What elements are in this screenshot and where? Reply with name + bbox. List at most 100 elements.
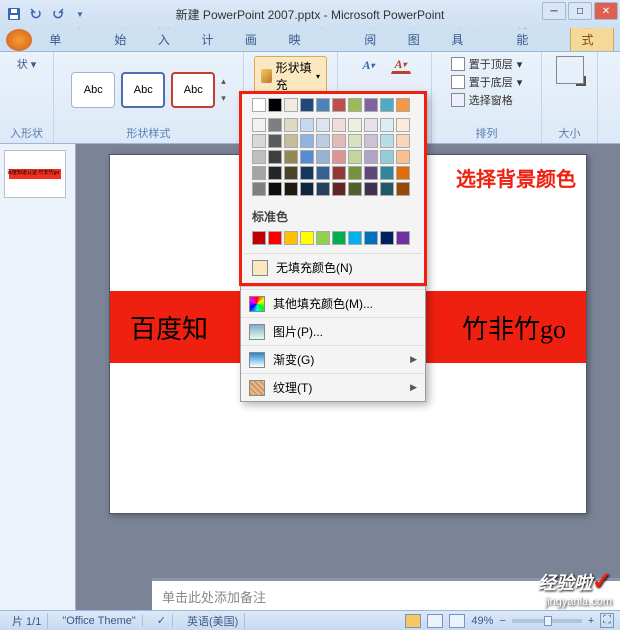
- color-swatch[interactable]: [332, 98, 346, 112]
- texture-fill-item[interactable]: 纹理(T) ▶: [241, 373, 425, 401]
- color-swatch[interactable]: [332, 182, 346, 196]
- color-swatch[interactable]: [284, 182, 298, 196]
- spellcheck-icon[interactable]: ✓: [151, 614, 173, 627]
- picture-fill-item[interactable]: 图片(P)...: [241, 317, 425, 345]
- color-swatch[interactable]: [284, 134, 298, 148]
- color-swatch[interactable]: [348, 118, 362, 132]
- color-swatch[interactable]: [268, 134, 282, 148]
- color-swatch[interactable]: [380, 118, 394, 132]
- redo-icon[interactable]: [48, 4, 68, 24]
- style-gallery-up[interactable]: ▴: [221, 76, 226, 87]
- color-swatch[interactable]: [252, 150, 266, 164]
- color-swatch[interactable]: [300, 98, 314, 112]
- color-swatch[interactable]: [364, 150, 378, 164]
- zoom-level[interactable]: 49%: [471, 615, 493, 627]
- style-gallery-down[interactable]: ▾: [221, 93, 226, 104]
- color-swatch[interactable]: [268, 231, 282, 245]
- color-swatch[interactable]: [396, 134, 410, 148]
- slideshow-view-button[interactable]: [449, 614, 465, 628]
- fit-window-button[interactable]: ⛶: [600, 613, 614, 628]
- color-swatch[interactable]: [268, 118, 282, 132]
- color-swatch[interactable]: [252, 182, 266, 196]
- color-swatch[interactable]: [268, 182, 282, 196]
- language-indicator[interactable]: 英语(美国): [181, 613, 245, 629]
- color-swatch[interactable]: [364, 231, 378, 245]
- color-swatch[interactable]: [364, 134, 378, 148]
- color-swatch[interactable]: [316, 166, 330, 180]
- qat-dropdown-icon[interactable]: ▼: [70, 4, 90, 24]
- color-swatch[interactable]: [268, 166, 282, 180]
- color-swatch[interactable]: [396, 182, 410, 196]
- minimize-button[interactable]: ─: [542, 2, 566, 20]
- office-button[interactable]: [6, 29, 32, 51]
- color-swatch[interactable]: [316, 118, 330, 132]
- color-swatch[interactable]: [300, 231, 314, 245]
- color-swatch[interactable]: [316, 134, 330, 148]
- color-swatch[interactable]: [396, 231, 410, 245]
- zoom-in-button[interactable]: +: [588, 615, 594, 627]
- color-swatch[interactable]: [252, 98, 266, 112]
- color-swatch[interactable]: [284, 231, 298, 245]
- color-swatch[interactable]: [300, 150, 314, 164]
- color-swatch[interactable]: [284, 98, 298, 112]
- color-swatch[interactable]: [252, 231, 266, 245]
- color-swatch[interactable]: [364, 118, 378, 132]
- slide-thumbnail-1[interactable]: 百度知道认证-竹非竹go: [4, 150, 66, 198]
- size-icon[interactable]: [556, 56, 584, 84]
- color-swatch[interactable]: [364, 166, 378, 180]
- normal-view-button[interactable]: [405, 614, 421, 628]
- color-swatch[interactable]: [316, 150, 330, 164]
- color-swatch[interactable]: [284, 118, 298, 132]
- shape-dropdown[interactable]: 状 ▾: [17, 56, 37, 72]
- color-swatch[interactable]: [348, 231, 362, 245]
- style-preset-2[interactable]: Abc: [121, 72, 165, 108]
- color-swatch[interactable]: [380, 231, 394, 245]
- color-swatch[interactable]: [364, 98, 378, 112]
- style-preset-1[interactable]: Abc: [71, 72, 115, 108]
- color-swatch[interactable]: [300, 182, 314, 196]
- gradient-fill-item[interactable]: 渐变(G) ▶: [241, 345, 425, 373]
- color-swatch[interactable]: [348, 98, 362, 112]
- color-swatch[interactable]: [380, 182, 394, 196]
- color-swatch[interactable]: [332, 134, 346, 148]
- sorter-view-button[interactable]: [427, 614, 443, 628]
- color-swatch[interactable]: [380, 150, 394, 164]
- color-swatch[interactable]: [268, 98, 282, 112]
- color-swatch[interactable]: [300, 166, 314, 180]
- color-swatch[interactable]: [380, 134, 394, 148]
- color-swatch[interactable]: [284, 150, 298, 164]
- no-fill-item[interactable]: 无填充颜色(N): [244, 253, 422, 281]
- color-swatch[interactable]: [284, 166, 298, 180]
- color-swatch[interactable]: [332, 118, 346, 132]
- color-swatch[interactable]: [252, 118, 266, 132]
- color-swatch[interactable]: [332, 166, 346, 180]
- undo-icon[interactable]: [26, 4, 46, 24]
- color-swatch[interactable]: [300, 134, 314, 148]
- color-swatch[interactable]: [348, 182, 362, 196]
- color-swatch[interactable]: [316, 182, 330, 196]
- color-swatch[interactable]: [268, 150, 282, 164]
- close-button[interactable]: ✕: [594, 2, 618, 20]
- color-swatch[interactable]: [348, 150, 362, 164]
- bring-to-front[interactable]: 置于顶层 ▾: [451, 56, 523, 72]
- zoom-slider[interactable]: [512, 619, 582, 623]
- color-swatch[interactable]: [332, 231, 346, 245]
- color-swatch[interactable]: [396, 150, 410, 164]
- color-swatch[interactable]: [396, 166, 410, 180]
- maximize-button[interactable]: □: [568, 2, 592, 20]
- send-to-back[interactable]: 置于底层 ▾: [451, 74, 523, 90]
- shape-fill-button[interactable]: 形状填充 ▾: [254, 56, 327, 96]
- color-swatch[interactable]: [396, 118, 410, 132]
- color-swatch[interactable]: [332, 150, 346, 164]
- color-swatch[interactable]: [380, 166, 394, 180]
- color-swatch[interactable]: [380, 98, 394, 112]
- selection-pane[interactable]: 选择窗格: [451, 92, 513, 108]
- save-icon[interactable]: [4, 4, 24, 24]
- color-swatch[interactable]: [316, 98, 330, 112]
- color-swatch[interactable]: [348, 134, 362, 148]
- more-colors-item[interactable]: 其他填充颜色(M)...: [241, 289, 425, 317]
- color-swatch[interactable]: [364, 182, 378, 196]
- text-fill-icon[interactable]: A▾: [359, 56, 379, 74]
- color-swatch[interactable]: [348, 166, 362, 180]
- color-swatch[interactable]: [252, 166, 266, 180]
